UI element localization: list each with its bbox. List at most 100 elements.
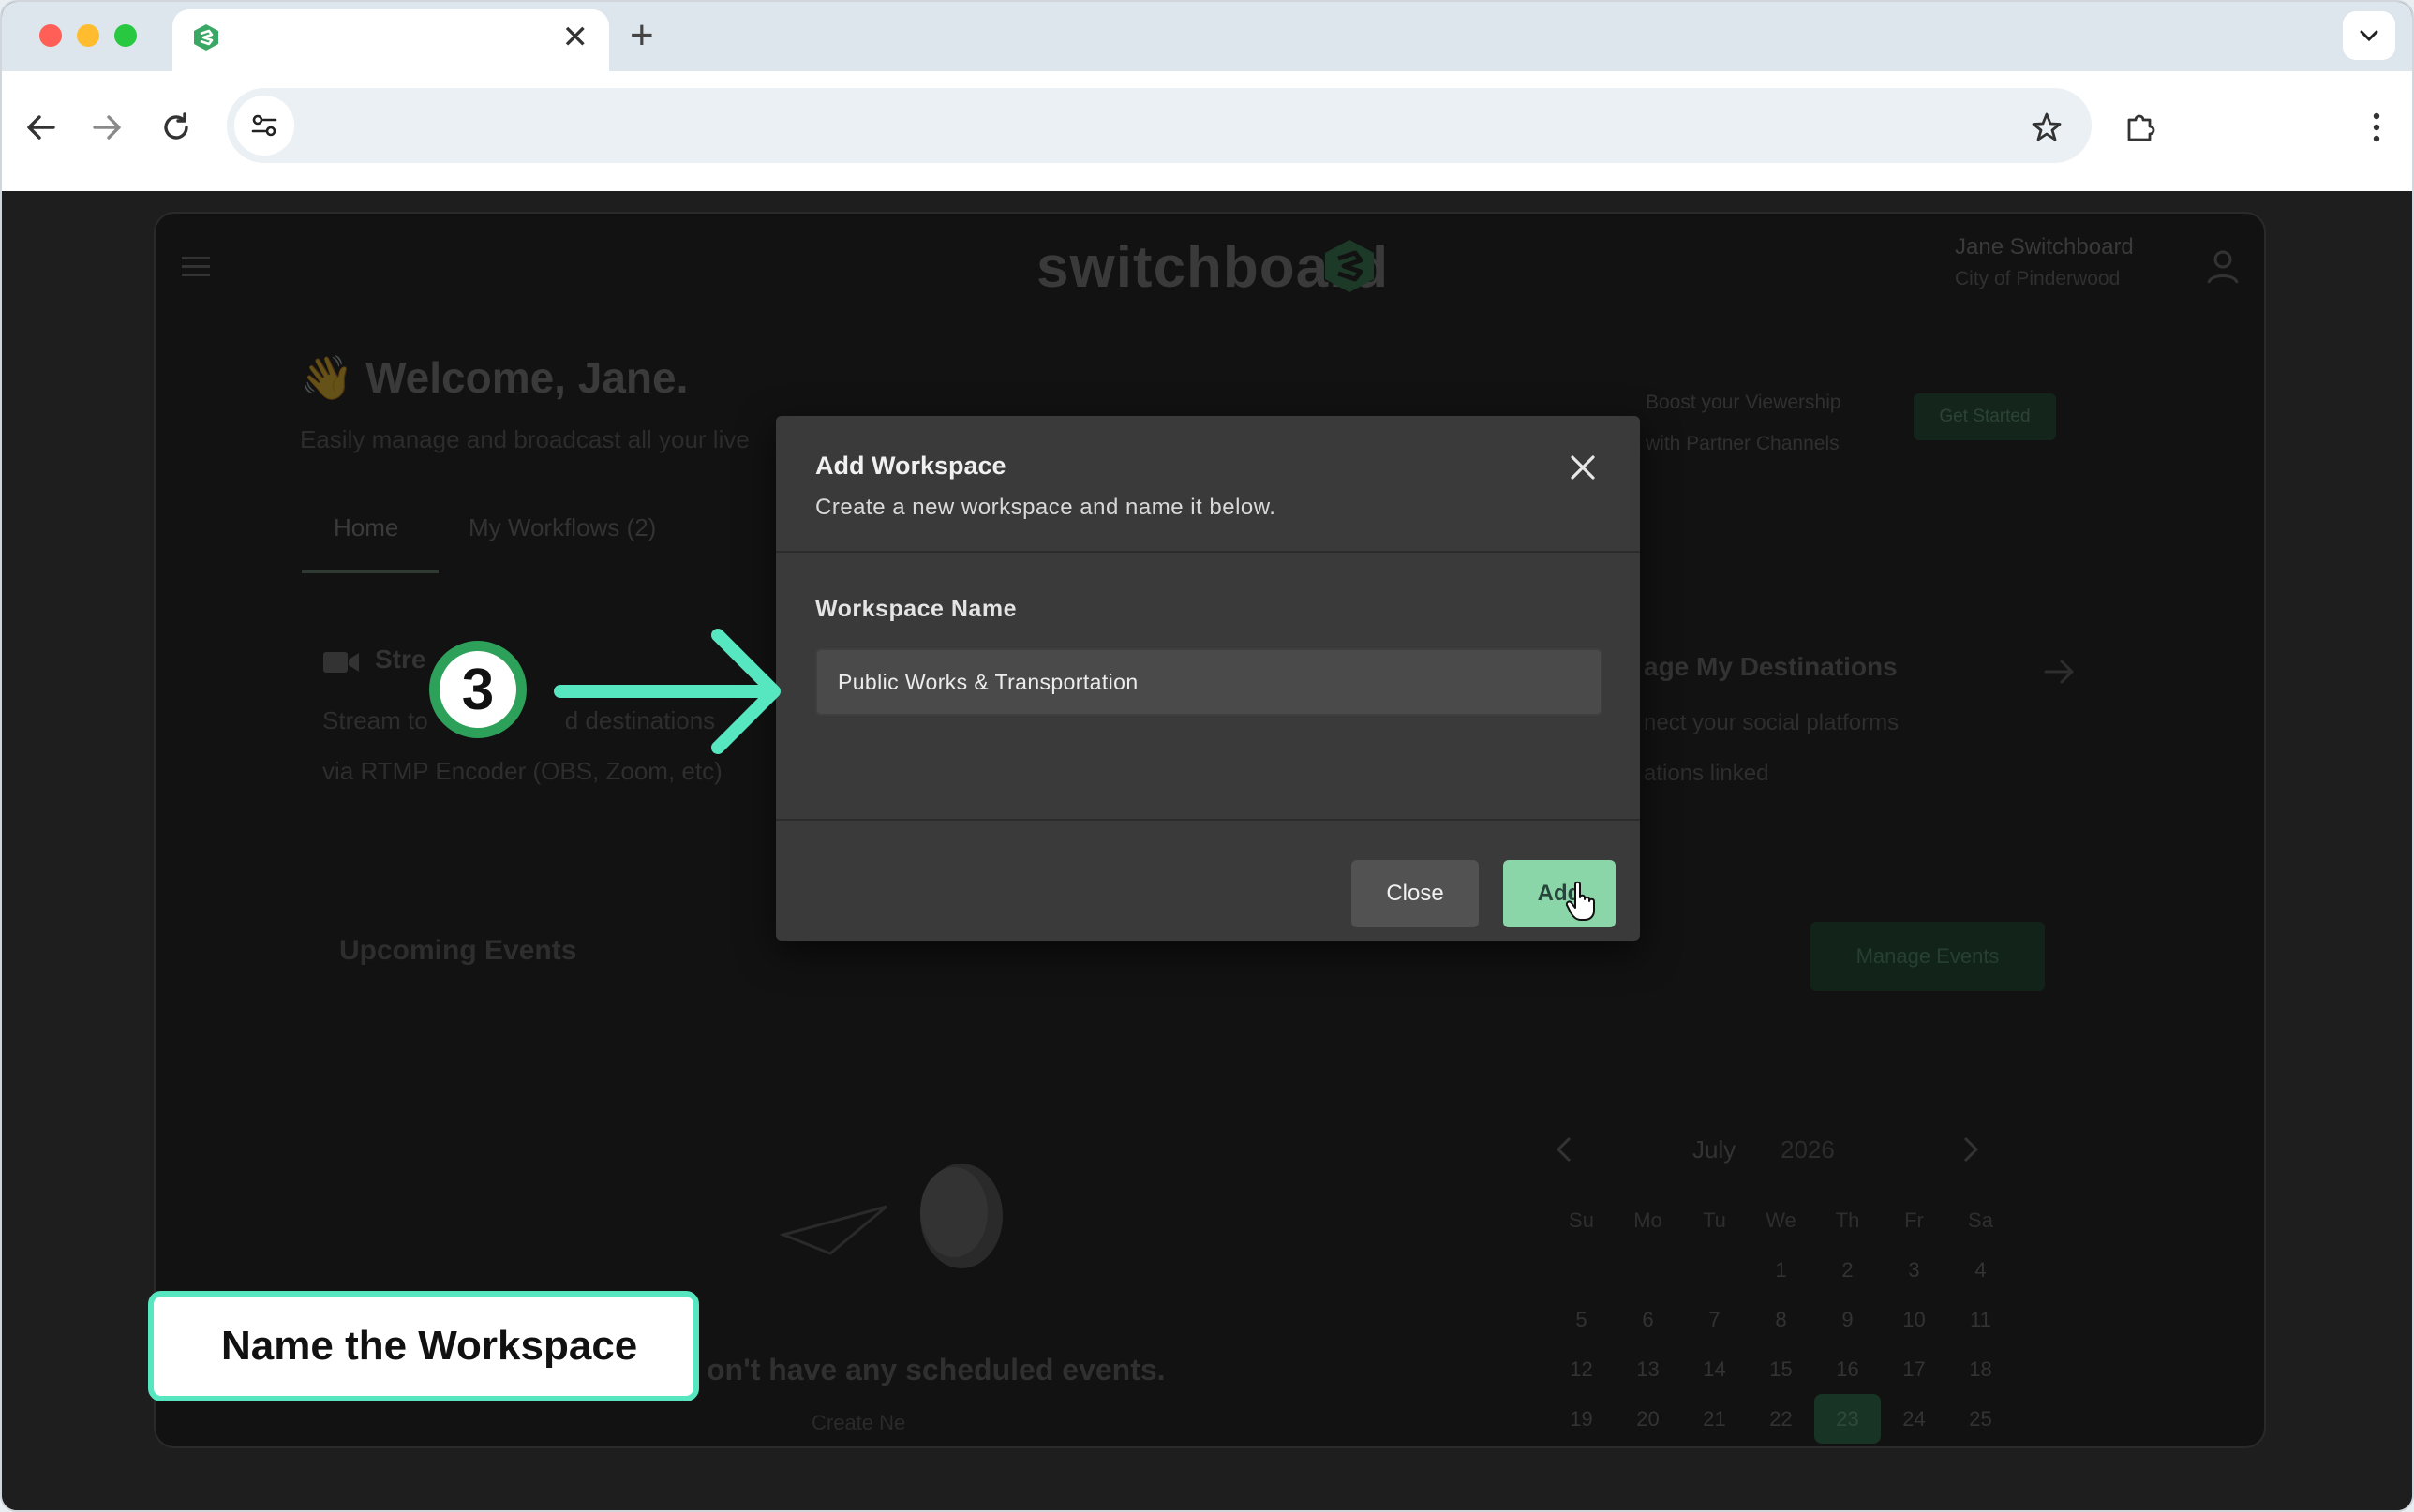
extensions-button[interactable]: [2110, 97, 2170, 157]
add-button[interactable]: Add: [1503, 860, 1616, 927]
modal-description: Create a new workspace and name it below…: [815, 495, 1276, 520]
video-camera-icon: [323, 652, 359, 673]
boost-line-1: Boost your Viewership: [1646, 392, 1841, 413]
calendar-day[interactable]: 16: [1814, 1344, 1881, 1394]
calendar-day[interactable]: 15: [1748, 1344, 1814, 1394]
stream-card-title[interactable]: Stre: [375, 645, 425, 674]
tutorial-callout: Name the Workspace: [148, 1291, 699, 1401]
calendar-day[interactable]: 10: [1881, 1295, 1947, 1344]
calendar-day[interactable]: 7: [1681, 1295, 1748, 1344]
calendar-day[interactable]: 2: [1814, 1245, 1881, 1295]
calendar-day[interactable]: 17: [1881, 1344, 1947, 1394]
workspace-name-input[interactable]: [815, 648, 1602, 716]
add-workspace-modal: Add Workspace Create a new workspace and…: [776, 416, 1640, 941]
switchboard-logo-icon: [1325, 240, 1374, 292]
calendar-day[interactable]: 4: [1947, 1245, 2014, 1295]
calendar-year[interactable]: 2026: [1781, 1135, 1835, 1164]
calendar-day[interactable]: 3: [1881, 1245, 1947, 1295]
forward-button[interactable]: [77, 97, 137, 157]
calendar-weekday: Fr: [1904, 1208, 1924, 1232]
calendar-day[interactable]: 22: [1748, 1394, 1814, 1444]
destinations-card-title[interactable]: age My Destinations: [1644, 652, 1898, 682]
pointer-hand-icon: [1565, 881, 1595, 921]
chevron-down-icon: [2360, 30, 2378, 42]
bookmark-button[interactable]: [2017, 97, 2077, 157]
arrow-right-icon: [93, 115, 121, 140]
calendar-day[interactable]: 5: [1548, 1295, 1615, 1344]
puzzle-icon: [2127, 114, 2155, 141]
upcoming-events-heading: Upcoming Events: [339, 935, 577, 966]
switchboard-favicon-icon: [194, 24, 218, 51]
tab-strip: ✕ +: [2, 2, 2412, 71]
stream-card-line-1-head: Stream to: [322, 706, 428, 734]
window-close-button[interactable]: [39, 24, 62, 47]
kebab-icon: [2373, 112, 2380, 142]
no-events-message: on't have any scheduled events.: [707, 1353, 1166, 1386]
close-button[interactable]: Close: [1351, 860, 1479, 927]
back-button[interactable]: [11, 97, 71, 157]
browser-tab-active[interactable]: ✕: [172, 9, 609, 71]
site-info-button[interactable]: [234, 96, 294, 156]
calendar-day[interactable]: 6: [1615, 1295, 1681, 1344]
chevron-left-icon[interactable]: [1554, 1135, 1574, 1164]
tab-search-button[interactable]: [2343, 11, 2395, 60]
pointer-arrow-icon: [554, 629, 781, 754]
destinations-card-line-1: nect your social platforms: [1644, 710, 1900, 735]
step-number-badge: 3: [429, 641, 527, 738]
calendar-weekday: Su: [1569, 1208, 1594, 1232]
calendar-month[interactable]: July: [1692, 1135, 1736, 1164]
close-icon[interactable]: [1569, 453, 1597, 482]
reload-button[interactable]: [146, 97, 206, 157]
star-icon: [2032, 112, 2062, 141]
tune-icon: [251, 114, 277, 137]
calendar-weekday: Sa: [1968, 1208, 1993, 1232]
window-zoom-button[interactable]: [114, 24, 137, 47]
window-minimize-button[interactable]: [77, 24, 99, 47]
step-number: 3: [440, 651, 516, 728]
get-started-button[interactable]: Get Started: [1914, 393, 2056, 440]
browser-toolbar: [2, 71, 2412, 191]
arrow-right-icon[interactable]: [2043, 658, 2077, 686]
create-new-link[interactable]: Create Ne: [812, 1411, 905, 1435]
hamburger-menu-icon[interactable]: [182, 257, 210, 277]
calendar-day[interactable]: 21: [1681, 1394, 1748, 1444]
active-tab-indicator: [302, 570, 439, 573]
welcome-text: Welcome, Jane.: [365, 353, 689, 402]
calendar-day[interactable]: 12: [1548, 1344, 1615, 1394]
calendar-day[interactable]: 19: [1548, 1394, 1615, 1444]
calendar-day[interactable]: 25: [1947, 1394, 2014, 1444]
calendar-day[interactable]: 11: [1947, 1295, 2014, 1344]
browser-window: ✕ + switchboard Jane Switchboard City of…: [0, 0, 2414, 1512]
workspace-name-label: Workspace Name: [815, 596, 1017, 622]
modal-title: Add Workspace: [815, 452, 1006, 480]
user-name: Jane Switchboard: [1955, 234, 2134, 259]
empty-calendar-illustration-icon: [779, 1164, 1003, 1268]
tab-home[interactable]: Home: [334, 513, 398, 542]
calendar-day[interactable]: 24: [1881, 1394, 1947, 1444]
calendar-day[interactable]: 14: [1681, 1344, 1748, 1394]
arrow-left-icon: [27, 115, 55, 140]
tab-my-workflows[interactable]: My Workflows (2): [469, 513, 656, 542]
callout-text: Name the Workspace: [221, 1323, 638, 1369]
tab-close-icon[interactable]: ✕: [562, 21, 589, 54]
welcome-heading: 👋 Welcome, Jane.: [300, 352, 688, 404]
calendar-day[interactable]: 13: [1615, 1344, 1681, 1394]
calendar-empty-cell: [1615, 1245, 1681, 1295]
calendar-weekday: Th: [1835, 1208, 1860, 1232]
calendar-day[interactable]: 18: [1947, 1344, 2014, 1394]
boost-promo: Boost your Viewership with Partner Chann…: [1646, 382, 1841, 465]
calendar-day[interactable]: 1: [1748, 1245, 1814, 1295]
chevron-right-icon[interactable]: [1960, 1135, 1981, 1164]
user-avatar-icon[interactable]: [2200, 244, 2245, 289]
modal-header: Add Workspace Create a new workspace and…: [776, 416, 1640, 553]
address-bar[interactable]: [227, 88, 2092, 163]
calendar-day[interactable]: 20: [1615, 1394, 1681, 1444]
calendar-day[interactable]: 23: [1814, 1394, 1881, 1444]
browser-menu-button[interactable]: [2347, 97, 2407, 157]
new-tab-button[interactable]: +: [630, 15, 654, 56]
calendar-day[interactable]: 9: [1814, 1295, 1881, 1344]
manage-events-button[interactable]: Manage Events: [1810, 922, 2045, 991]
calendar-day[interactable]: 8: [1748, 1295, 1814, 1344]
stream-card-line-2: via RTMP Encoder (OBS, Zoom, etc): [322, 757, 723, 785]
boost-line-2: with Partner Channels: [1646, 433, 1840, 454]
